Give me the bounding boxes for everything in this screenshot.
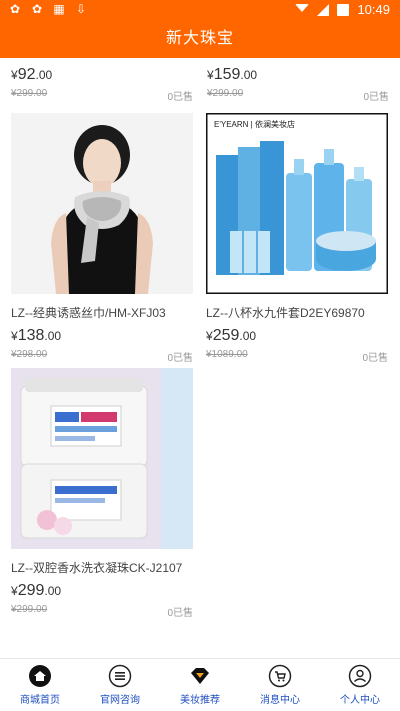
product-image-laundry-pods[interactable] [11, 368, 193, 549]
tab-label: 官网咨询 [100, 695, 140, 706]
product-card-top-left[interactable]: ¥92.00 ¥299.00 0已售 [11, 66, 193, 103]
tab-label: 消息中心 [260, 695, 300, 706]
product-card[interactable]: LZ--双腔香水洗衣凝珠CK-J2107 ¥299.00 ¥299.00 0已售 [11, 368, 193, 619]
price: ¥259.00 [206, 327, 257, 344]
notification-app-icon: ✿ [31, 2, 43, 16]
tab-beauty-recommend[interactable]: 美妆推荐 [160, 659, 240, 711]
download-icon: ⇩ [75, 2, 87, 16]
product-card[interactable]: LZ--经典诱惑丝巾/HM-XFJ03 ¥138.00 ¥298.00 0已售 [11, 113, 193, 364]
sold-count: 0已售 [167, 608, 193, 619]
signal-icon [317, 3, 330, 16]
notification-app-icon: ▦ [53, 2, 65, 16]
price: ¥299.00 [11, 582, 62, 599]
product-title: LZ--八杯水九件套D2EY69870 [206, 306, 365, 320]
status-notification-icons: ✿ ✿ ▦ ⇩ [8, 2, 88, 16]
sold-count: 0已售 [363, 92, 389, 103]
original-price: ¥299.00 [11, 604, 48, 615]
cart-icon [268, 664, 292, 688]
status-time: 10:49 [357, 2, 390, 17]
home-icon [29, 665, 51, 687]
product-card[interactable]: E'YEARN | 依澜美妆店 LZ--八杯水九件套D2EY69870 ¥259… [206, 113, 388, 364]
product-title: LZ--双腔香水洗衣凝珠CK-J2107 [11, 561, 183, 575]
original-price: ¥298.00 [11, 349, 48, 360]
product-grid[interactable]: ¥92.00 ¥299.00 0已售 ¥159.00 ¥299.00 0已售 L… [0, 58, 400, 658]
product-image-cosmetics[interactable]: E'YEARN | 依澜美妆店 [206, 113, 388, 294]
menu-list-icon [108, 664, 132, 688]
bottom-tab-bar: 商城首页 官网咨询 美妆推荐 消息中心 个人中心 [0, 658, 400, 711]
brand-logo: E'YEARN | 依澜美妆店 [214, 119, 295, 129]
product-image-scarf[interactable] [11, 113, 193, 294]
sold-count: 0已售 [167, 92, 193, 103]
sold-count: 0已售 [362, 353, 388, 364]
diamond-icon [191, 668, 209, 684]
user-icon [348, 664, 372, 688]
tab-profile[interactable]: 个人中心 [320, 659, 400, 711]
wifi-icon [295, 3, 310, 16]
status-system-icons: 10:49 [295, 2, 390, 17]
battery-icon [337, 3, 350, 16]
price: ¥92.00 [11, 66, 53, 83]
page-title: 新大珠宝 [0, 20, 400, 58]
tab-consult[interactable]: 官网咨询 [80, 659, 160, 711]
original-price: ¥299.00 [207, 88, 244, 99]
price: ¥138.00 [11, 327, 62, 344]
product-card-top-right[interactable]: ¥159.00 ¥299.00 0已售 [207, 66, 389, 103]
tab-label: 美妆推荐 [180, 695, 220, 706]
notification-app-icon: ✿ [9, 2, 21, 16]
status-bar: ✿ ✿ ▦ ⇩ 10:49 [0, 0, 400, 20]
original-price: ¥299.00 [11, 88, 48, 99]
tab-label: 个人中心 [340, 695, 380, 706]
sold-count: 0已售 [167, 353, 193, 364]
tab-label: 商城首页 [20, 695, 60, 706]
original-price: ¥1089.00 [206, 349, 248, 360]
tab-messages[interactable]: 消息中心 [240, 659, 320, 711]
tab-home[interactable]: 商城首页 [0, 659, 80, 711]
product-title: LZ--经典诱惑丝巾/HM-XFJ03 [11, 306, 166, 320]
price: ¥159.00 [207, 66, 258, 83]
